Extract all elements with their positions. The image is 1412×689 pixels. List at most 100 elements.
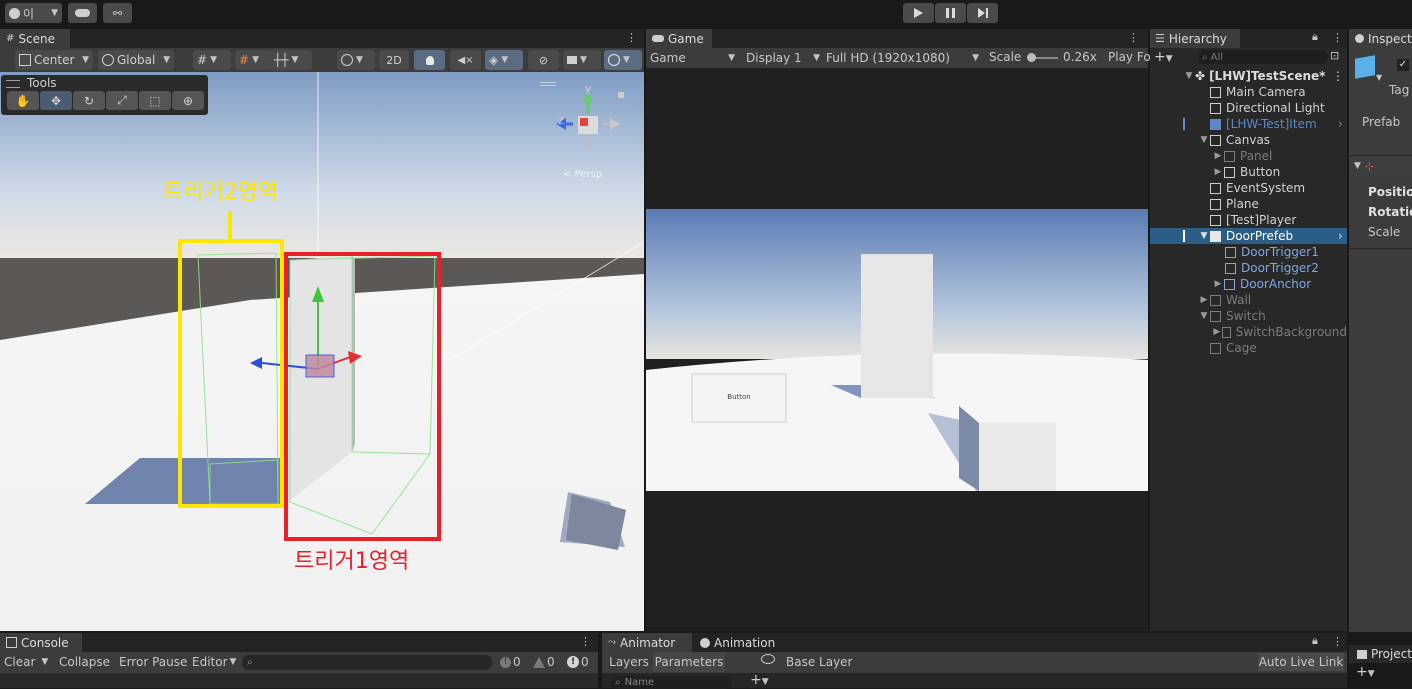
chevron-right-icon[interactable]: › xyxy=(1338,117,1343,131)
hidden-objects-toggle[interactable]: ⊘ xyxy=(528,50,559,70)
gizmos-dropdown[interactable]: ▼ xyxy=(604,50,642,70)
hierarchy-item[interactable]: ▼ Switch xyxy=(1150,308,1347,324)
hierarchy-item[interactable]: Directional Light xyxy=(1150,100,1347,116)
scene-tab[interactable]: # Scene xyxy=(0,29,70,48)
display-dropdown[interactable]: Display 1 ▼ xyxy=(746,49,820,67)
expand-arrow-icon[interactable]: ▼ xyxy=(1199,231,1209,241)
expand-arrow-icon[interactable]: ▼ xyxy=(1354,161,1361,171)
console-search-input[interactable]: ⌕ xyxy=(242,655,492,670)
ruler-dropdown[interactable]: ┼┼ ▼ xyxy=(270,50,312,70)
chevron-down-icon[interactable]: ▼ xyxy=(41,657,48,667)
mode-2d-button[interactable]: 2D xyxy=(379,50,409,70)
animator-lock-icon[interactable]: 🔒︎ xyxy=(1312,634,1318,648)
scale-tool-button[interactable]: ⤢ xyxy=(106,91,138,110)
hierarchy-item[interactable]: ▶ SwitchBackground xyxy=(1150,324,1347,340)
animation-tab[interactable]: Animation xyxy=(694,633,784,652)
expand-arrow-icon[interactable]: ▶ xyxy=(1213,167,1223,177)
shading-dropdown[interactable]: ▼ xyxy=(337,50,375,70)
project-tab[interactable]: Project xyxy=(1351,645,1412,663)
hierarchy-item[interactable]: Main Camera xyxy=(1150,84,1347,100)
console-error-pause-button[interactable]: Error Pause xyxy=(119,655,187,669)
console-clear-button[interactable]: Clear ▼ xyxy=(4,655,48,669)
pause-button[interactable] xyxy=(935,3,966,23)
rotate-tool-button[interactable]: ↻ xyxy=(73,91,105,110)
hierarchy-item[interactable]: ▶ Button xyxy=(1150,164,1347,180)
hierarchy-item[interactable]: DoorTrigger2 xyxy=(1150,260,1347,276)
scene-tab-menu-icon[interactable]: ⋮ xyxy=(626,31,637,44)
animator-param-search-input[interactable]: ⌕ Name xyxy=(610,676,732,689)
eye-icon[interactable] xyxy=(761,654,775,664)
scene-viewport[interactable]: y z < Persp 트리거2영역 트리거1영역 xyxy=(0,72,644,631)
chevron-down-icon[interactable]: ▼ xyxy=(1376,73,1382,82)
rect-tool-button[interactable]: ⬚ xyxy=(139,91,171,110)
expand-arrow-icon[interactable]: ▼ xyxy=(1199,135,1209,145)
add-parameter-button[interactable]: +▼ xyxy=(750,672,769,688)
hierarchy-item[interactable]: ▶ Wall xyxy=(1150,292,1347,308)
expand-arrow-icon[interactable]: ▶ xyxy=(1213,151,1223,161)
hierarchy-item[interactable]: ▼ Canvas xyxy=(1150,132,1347,148)
pivot-dropdown[interactable]: Center ▼ xyxy=(15,50,93,70)
snap-grid-dropdown[interactable]: # ▼ xyxy=(193,50,231,70)
game-tab-menu-icon[interactable]: ⋮ xyxy=(1128,31,1139,44)
play-button[interactable] xyxy=(903,3,934,23)
project-create-button[interactable]: +▼ xyxy=(1356,664,1375,680)
expand-arrow-icon[interactable]: ▼ xyxy=(1199,311,1209,321)
scene-menu-icon[interactable]: ⋮ xyxy=(1332,69,1344,83)
error-count-toggle[interactable]: ! 0 xyxy=(567,655,589,669)
hierarchy-item[interactable]: Cage xyxy=(1150,340,1347,356)
warning-count-toggle[interactable]: 0 xyxy=(533,655,555,669)
hierarchy-item[interactable]: ▶ DoorAnchor xyxy=(1150,276,1347,292)
hierarchy-item[interactable]: EventSystem xyxy=(1150,180,1347,196)
hierarchy-search-input[interactable]: ⌕ All xyxy=(1198,50,1328,64)
hierarchy-item[interactable]: [LHW-Test]Item › xyxy=(1150,116,1347,132)
persp-label[interactable]: < Persp xyxy=(563,169,602,180)
space-dropdown[interactable]: Global ▼ xyxy=(98,50,174,70)
hierarchy-item[interactable]: Plane xyxy=(1150,196,1347,212)
animator-menu-icon[interactable]: ⋮ xyxy=(1332,635,1343,648)
animator-parameters-tab[interactable]: Parameters xyxy=(653,652,725,672)
game-tab[interactable]: Game xyxy=(646,29,712,48)
lighting-toggle[interactable] xyxy=(414,50,445,70)
expand-arrow-icon[interactable]: ▶ xyxy=(1213,279,1223,289)
expand-arrow-icon[interactable]: ▶ xyxy=(1213,327,1221,337)
hierarchy-search-options[interactable]: ⊡ xyxy=(1330,49,1339,62)
snap-increment-dropdown[interactable]: # ▼ xyxy=(235,50,273,70)
transform-header[interactable]: ▼ ⊹ xyxy=(1349,156,1412,176)
camera-dropdown[interactable]: ▼ xyxy=(563,50,601,70)
hierarchy-create-button[interactable]: +▼ xyxy=(1154,49,1173,65)
hierarchy-item-selected[interactable]: ▼ DoorPrefeb › xyxy=(1150,228,1347,244)
hierarchy-item[interactable]: [Test]Player xyxy=(1150,212,1347,228)
inspector-tab[interactable]: Inspect xyxy=(1349,29,1412,48)
hierarchy-item[interactable]: ▶ Panel xyxy=(1150,148,1347,164)
chevron-right-icon[interactable]: › xyxy=(1338,229,1343,243)
expand-arrow-icon[interactable]: ▼ xyxy=(1184,71,1194,81)
hand-tool-button[interactable]: ✋ xyxy=(7,91,39,110)
transform-tool-button[interactable]: ⊕ xyxy=(172,91,204,110)
animator-tab[interactable]: ⤳ Animator xyxy=(602,633,692,652)
step-button[interactable] xyxy=(967,3,998,23)
animator-layers-tab[interactable]: Layers xyxy=(606,652,652,672)
base-layer-breadcrumb[interactable]: Base Layer xyxy=(786,655,853,669)
play-focused-dropdown[interactable]: Play Fo xyxy=(1108,50,1151,64)
account-dropdown[interactable]: 이 ▼ xyxy=(5,3,62,23)
collab-button[interactable]: ⚯ xyxy=(103,3,132,23)
hierarchy-tab[interactable]: ☰ Hierarchy xyxy=(1150,29,1240,48)
resolution-dropdown[interactable]: Full HD (1920x1080) ▼ xyxy=(826,49,979,67)
effects-dropdown[interactable]: ◈ ▼ xyxy=(485,50,523,70)
hierarchy-menu-icon[interactable]: ⋮ xyxy=(1332,31,1343,44)
auto-live-link-button[interactable]: Auto Live Link xyxy=(1258,653,1344,671)
log-count-toggle[interactable]: ! 0 xyxy=(500,655,521,669)
lock-icon[interactable]: 🔒︎ xyxy=(1312,30,1318,44)
audio-toggle[interactable]: ◀× xyxy=(450,50,481,70)
console-menu-icon[interactable]: ⋮ xyxy=(580,635,591,648)
console-tab[interactable]: Console xyxy=(0,633,82,652)
tools-overlay-grip[interactable] xyxy=(6,80,20,88)
console-editor-dropdown[interactable]: Editor ▼ xyxy=(192,655,236,669)
game-viewport[interactable]: Button xyxy=(646,68,1148,631)
hierarchy-item[interactable]: DoorTrigger1 xyxy=(1150,244,1347,260)
hierarchy-scene-row[interactable]: ▼ ✤ [LHW]TestScene* ⋮ xyxy=(1150,68,1347,84)
console-collapse-button[interactable]: Collapse xyxy=(59,655,110,669)
move-tool-button[interactable]: ✥ xyxy=(40,91,72,110)
cloud-button[interactable] xyxy=(68,3,97,23)
expand-arrow-icon[interactable]: ▶ xyxy=(1199,295,1209,305)
